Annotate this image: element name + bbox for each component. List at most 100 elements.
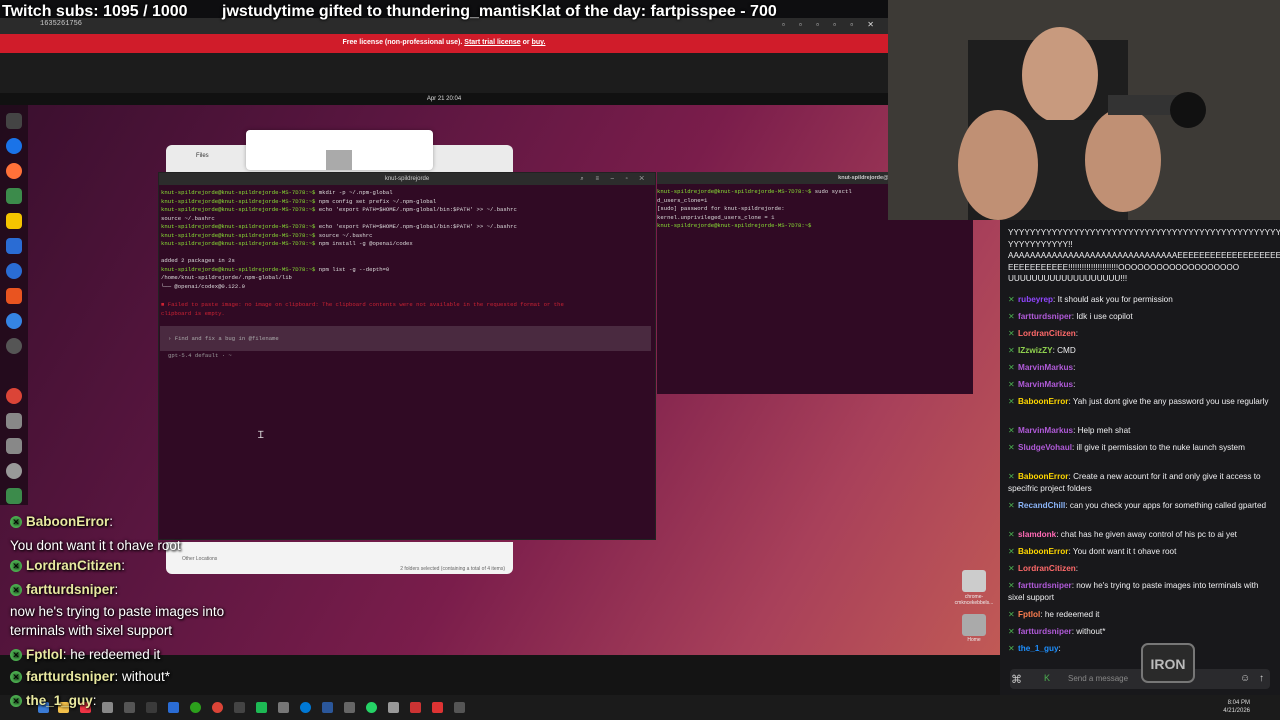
taskbar-app-icon-9[interactable]: [344, 702, 355, 713]
chat-username[interactable]: SludgeVohaul: [1018, 443, 1072, 452]
overlay-chat-text: :: [92, 693, 97, 708]
drive-dock-icon[interactable]: [6, 413, 22, 429]
webcam-image: [888, 0, 1280, 220]
terminal-command: added 2 packages in 2s: [161, 257, 235, 264]
subscriber-badge-icon[interactable]: ✕: [1008, 398, 1015, 406]
chrome-taskbar-icon[interactable]: [212, 702, 223, 713]
chat-username[interactable]: rubeyrep: [1018, 295, 1053, 304]
terminal-dock-icon[interactable]: [6, 113, 22, 129]
error-line-1: ■ Failed to paste image: no image on cli…: [161, 301, 564, 308]
windows-taskbar: 8:04 PM 4/21/2026: [0, 695, 1280, 720]
apps-grid-dock-icon[interactable]: [6, 488, 22, 504]
terminal-window-main[interactable]: knut-spildrejorde ⌕ ≡ – ▫ ✕ knut-spildre…: [158, 172, 656, 540]
word-taskbar-icon[interactable]: [322, 702, 333, 713]
chat-username[interactable]: BaboonError: [1018, 547, 1069, 556]
terminal-command: source ~/.bashrc: [315, 231, 373, 239]
subscriber-badge-icon[interactable]: ✕: [1008, 582, 1015, 590]
subscriber-badge-icon[interactable]: ✕: [1008, 645, 1015, 653]
taskbar-app-icon-11[interactable]: [410, 702, 421, 713]
chat-username[interactable]: RecandChill: [1018, 501, 1065, 510]
chat-username[interactable]: MarvinMarkus: [1018, 426, 1073, 435]
app-dock-icon-2[interactable]: [6, 263, 22, 279]
send-arrow-icon[interactable]: ↑: [1259, 673, 1264, 684]
app-center-dock-icon[interactable]: [6, 288, 22, 304]
taskbar-app-icon-6[interactable]: [234, 702, 245, 713]
subscriber-badge-icon[interactable]: ✕: [1008, 628, 1015, 636]
edge-taskbar-icon[interactable]: [300, 702, 311, 713]
chat-username[interactable]: fartturdsniper: [1018, 627, 1072, 636]
codex-prompt-input[interactable]: › Find and fix a bug in @filename: [160, 326, 651, 351]
chrome-shortcut-icon[interactable]: [962, 570, 986, 592]
subscriber-badge-icon[interactable]: ✕: [1008, 313, 1015, 321]
other-locations-item[interactable]: Other Locations: [182, 556, 217, 562]
chat-username[interactable]: MarvinMarkus: [1018, 380, 1073, 389]
taskbar-app-icon-10[interactable]: [388, 702, 399, 713]
subscriber-badge-icon[interactable]: ✕: [1008, 364, 1015, 372]
writer-dock-icon[interactable]: [6, 238, 22, 254]
subscriber-badge-icon[interactable]: ✕: [1008, 296, 1015, 304]
subscriber-badge-icon[interactable]: ✕: [1008, 548, 1015, 556]
taskbar-app-icon-13[interactable]: [454, 702, 465, 713]
rhythmbox-dock-icon[interactable]: [6, 213, 22, 229]
files-window-title[interactable]: Files: [196, 153, 209, 159]
settings-dock-icon[interactable]: [6, 338, 22, 354]
chat-username[interactable]: IZzwizZY: [1018, 346, 1053, 355]
badge-icon[interactable]: K: [1044, 673, 1050, 683]
chat-username[interactable]: the_1_guy: [1018, 644, 1059, 653]
taskbar-app-icon-7[interactable]: [256, 702, 267, 713]
subscriber-badge-icon[interactable]: ✕: [1008, 330, 1015, 338]
buy-link[interactable]: buy.: [532, 39, 546, 46]
subscriber-badge-icon[interactable]: ✕: [1008, 565, 1015, 573]
chat-username[interactable]: LordranCitizen: [1018, 564, 1076, 573]
terminal-2-output: knut-spildrejorde@knut-spildrejorde-MS-7…: [657, 188, 852, 231]
taskbar-app-icon-8[interactable]: [278, 702, 289, 713]
terminal-window-controls[interactable]: ⌕ ≡ – ▫ ✕: [580, 173, 649, 185]
trash-dock-icon[interactable]: [6, 463, 22, 479]
subscriber-badge-icon[interactable]: ✕: [1008, 347, 1015, 355]
subscriber-badge-icon[interactable]: ✕: [1008, 444, 1015, 452]
app-dock-icon[interactable]: [6, 188, 22, 204]
terminal-line: knut-spildrejorde@knut-spildrejorde-MS-7…: [161, 198, 517, 207]
spotify-taskbar-icon[interactable]: [190, 702, 201, 713]
chat-message: ✕ slamdonk: chat has he given away contro…: [1008, 529, 1270, 541]
chat-username[interactable]: Fptlol: [1018, 610, 1040, 619]
chat-username[interactable]: fartturdsniper: [1018, 581, 1072, 590]
chat-username[interactable]: BaboonError: [1018, 397, 1069, 406]
subscriber-badge-icon[interactable]: ✕: [1008, 531, 1015, 539]
chat-username[interactable]: fartturdsniper: [1018, 312, 1072, 321]
extensions-icon[interactable]: ⌘: [1011, 673, 1022, 686]
system-clock[interactable]: 8:04 PM 4/21/2026: [1223, 699, 1250, 715]
firefox-dock-icon[interactable]: [6, 163, 22, 179]
ubuntu-clock[interactable]: Apr 21 20:04: [427, 96, 461, 102]
subscriber-badge-icon[interactable]: ✕: [1008, 381, 1015, 389]
whatsapp-taskbar-icon[interactable]: [366, 702, 377, 713]
overlay-chat-username: LordranCitizen: [26, 558, 122, 573]
help-dock-icon[interactable]: [6, 313, 22, 329]
chat-username[interactable]: BaboonError: [1018, 472, 1069, 481]
taskbar-app-icon-4[interactable]: [146, 702, 157, 713]
overlay-chat-username: the_1_guy: [26, 693, 93, 708]
terminal-line: └── @openai/codex@0.122.0: [161, 283, 517, 292]
drive-dock-icon-2[interactable]: [6, 438, 22, 454]
chat-text: without*: [1076, 627, 1106, 636]
chromium-dock-icon[interactable]: [6, 138, 22, 154]
chrome-dock-icon[interactable]: [6, 388, 22, 404]
chrome-shortcut-label: chrome-cmkncekebbels...: [954, 594, 994, 606]
terminal-titlebar[interactable]: knut-spildrejorde ⌕ ≡ – ▫ ✕: [159, 173, 655, 185]
trial-link[interactable]: Start trial license: [464, 39, 520, 46]
chat-username[interactable]: LordranCitizen: [1018, 329, 1076, 338]
taskbar-app-icon-2[interactable]: [102, 702, 113, 713]
taskbar-app-icon-3[interactable]: [124, 702, 135, 713]
overlay-chat-username: BaboonError: [26, 514, 110, 529]
chat-username[interactable]: MarvinMarkus: [1018, 363, 1073, 372]
subscriber-badge-icon[interactable]: ✕: [1008, 427, 1015, 435]
taskbar-app-icon-5[interactable]: [168, 702, 179, 713]
emote-picker-icon[interactable]: ☺: [1240, 673, 1250, 684]
home-folder-icon[interactable]: [962, 614, 986, 636]
taskbar-app-icon-12[interactable]: [432, 702, 443, 713]
subscriber-badge-icon[interactable]: ✕: [1008, 473, 1015, 481]
subscriber-badge-icon[interactable]: ✕: [1008, 502, 1015, 510]
chat-username[interactable]: slamdonk: [1018, 530, 1056, 539]
subscriber-badge-icon[interactable]: ✕: [1008, 611, 1015, 619]
